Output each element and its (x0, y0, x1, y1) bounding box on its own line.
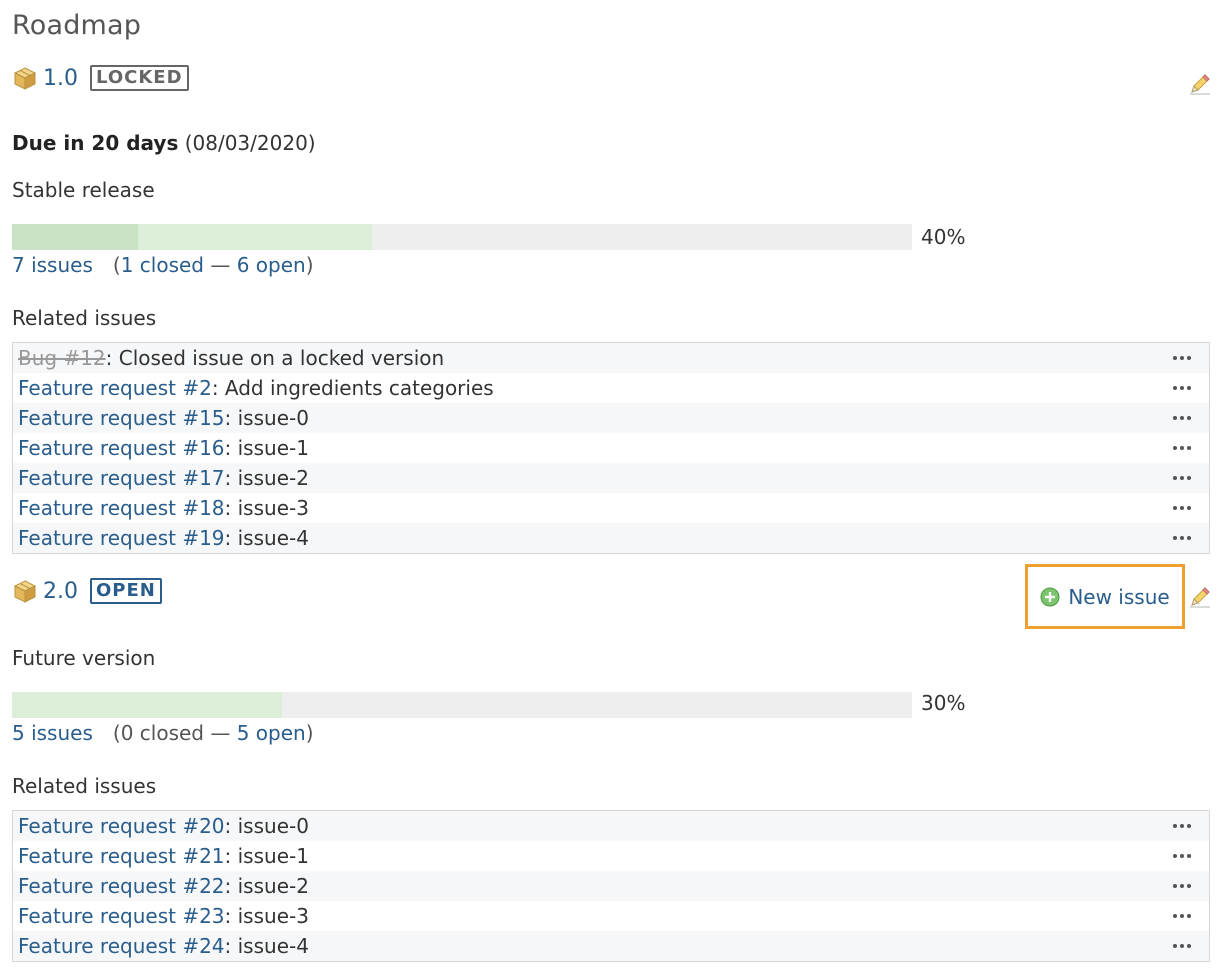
ellipsis-icon[interactable] (1171, 845, 1193, 867)
related-issues-table: Feature request #20: issue-0 Feature requ… (12, 810, 1210, 962)
progress-done-fill (138, 224, 372, 250)
issue-row: Feature request #16: issue-1 (13, 433, 1209, 463)
issues-count-link[interactable]: 7 issues (12, 253, 93, 277)
progress-bar (12, 224, 912, 250)
progress-percent: 30% (921, 691, 966, 715)
issue-subject: : issue-2 (224, 466, 309, 490)
version-link[interactable]: 1.0 (43, 66, 78, 91)
progress-percent: 40% (921, 225, 966, 249)
issue-link[interactable]: Feature request #17 (18, 466, 225, 490)
ellipsis-icon[interactable] (1171, 875, 1193, 897)
issue-subject: : Add ingredients categories (211, 376, 494, 400)
related-issues-table: Bug #12: Closed issue on a locked versio… (12, 342, 1210, 554)
issue-link[interactable]: Feature request #16 (18, 436, 225, 460)
related-issues-heading: Related issues (12, 774, 157, 798)
new-issue-label: New issue (1068, 584, 1170, 609)
ellipsis-icon[interactable] (1171, 347, 1193, 369)
issue-row: Feature request #20: issue-0 (13, 811, 1209, 841)
issue-link[interactable]: Feature request #15 (18, 406, 225, 430)
version-header-2-0: 2.0 OPEN (12, 575, 162, 607)
issue-row: Feature request #23: issue-3 (13, 901, 1209, 931)
new-issue-button[interactable]: New issue (1025, 564, 1185, 629)
version-description: Future version (12, 646, 156, 670)
closed-count-link[interactable]: 1 closed (121, 253, 204, 277)
issue-row: Feature request #22: issue-2 (13, 871, 1209, 901)
pencil-icon[interactable] (1188, 585, 1212, 609)
separator: — (204, 721, 237, 745)
issues-count-link[interactable]: 5 issues (12, 721, 93, 745)
due-label: Due in 20 days (12, 131, 179, 155)
issue-row: Feature request #19: issue-4 (13, 523, 1209, 553)
issue-link[interactable]: Bug #12 (18, 346, 106, 370)
progress-done-fill (12, 692, 282, 718)
ellipsis-icon[interactable] (1171, 527, 1193, 549)
ellipsis-icon[interactable] (1171, 935, 1193, 957)
issues-summary: 7 issues (1 closed — 6 open) (12, 253, 314, 277)
issue-subject: : issue-3 (224, 904, 309, 928)
ellipsis-icon[interactable] (1171, 377, 1193, 399)
issue-row: Bug #12: Closed issue on a locked versio… (13, 343, 1209, 373)
issue-subject: : issue-4 (224, 526, 309, 550)
issue-row: Feature request #18: issue-3 (13, 493, 1209, 523)
close-paren: ) (305, 721, 314, 745)
issue-subject: : Closed issue on a locked version (105, 346, 445, 370)
issue-row: Feature request #17: issue-2 (13, 463, 1209, 493)
ellipsis-icon[interactable] (1171, 815, 1193, 837)
ellipsis-icon[interactable] (1171, 467, 1193, 489)
issue-subject: : issue-2 (224, 874, 309, 898)
issue-link[interactable]: Feature request #21 (18, 844, 225, 868)
issue-row: Feature request #21: issue-1 (13, 841, 1209, 871)
pencil-icon[interactable] (1188, 72, 1212, 96)
issue-link[interactable]: Feature request #2 (18, 376, 212, 400)
version-link[interactable]: 2.0 (43, 579, 78, 604)
issue-link[interactable]: Feature request #23 (18, 904, 225, 928)
closed-count: 0 closed (120, 721, 204, 745)
ellipsis-icon[interactable] (1171, 905, 1193, 927)
ellipsis-icon[interactable] (1171, 407, 1193, 429)
issue-link[interactable]: Feature request #22 (18, 874, 225, 898)
issue-subject: : issue-1 (224, 436, 309, 460)
issue-row: Feature request #15: issue-0 (13, 403, 1209, 433)
close-paren: ) (305, 253, 314, 277)
open-paren: ( (112, 253, 121, 277)
plus-circle-icon (1040, 587, 1060, 606)
separator: — (204, 253, 237, 277)
open-count-link[interactable]: 6 open (237, 253, 306, 277)
due-date: (08/03/2020) (184, 131, 316, 155)
package-icon (13, 67, 37, 90)
issue-link[interactable]: Feature request #18 (18, 496, 225, 520)
package-icon (13, 580, 37, 603)
issue-link[interactable]: Feature request #24 (18, 934, 225, 958)
issues-summary: 5 issues (0 closed — 5 open) (12, 721, 314, 745)
progress-bar (12, 692, 912, 718)
version-description: Stable release (12, 178, 155, 202)
status-badge: LOCKED (90, 65, 189, 91)
ellipsis-icon[interactable] (1171, 437, 1193, 459)
ellipsis-icon[interactable] (1171, 497, 1193, 519)
issue-subject: : issue-3 (224, 496, 309, 520)
issue-subject: : issue-0 (224, 814, 309, 838)
issue-subject: : issue-1 (224, 844, 309, 868)
page-title: Roadmap (12, 10, 142, 41)
status-badge: OPEN (90, 578, 162, 604)
due-date-line: Due in 20 days (08/03/2020) (12, 131, 316, 155)
open-paren: ( (112, 721, 121, 745)
issue-subject: : issue-0 (224, 406, 309, 430)
version-header-1-0: 1.0 LOCKED (12, 62, 189, 94)
progress-closed-fill (12, 224, 138, 250)
open-count-link[interactable]: 5 open (237, 721, 306, 745)
issue-row: Feature request #24: issue-4 (13, 931, 1209, 961)
issue-row: Feature request #2: Add ingredients cate… (13, 373, 1209, 403)
issue-subject: : issue-4 (224, 934, 309, 958)
related-issues-heading: Related issues (12, 306, 157, 330)
issue-link[interactable]: Feature request #20 (18, 814, 225, 838)
issue-link[interactable]: Feature request #19 (18, 526, 225, 550)
